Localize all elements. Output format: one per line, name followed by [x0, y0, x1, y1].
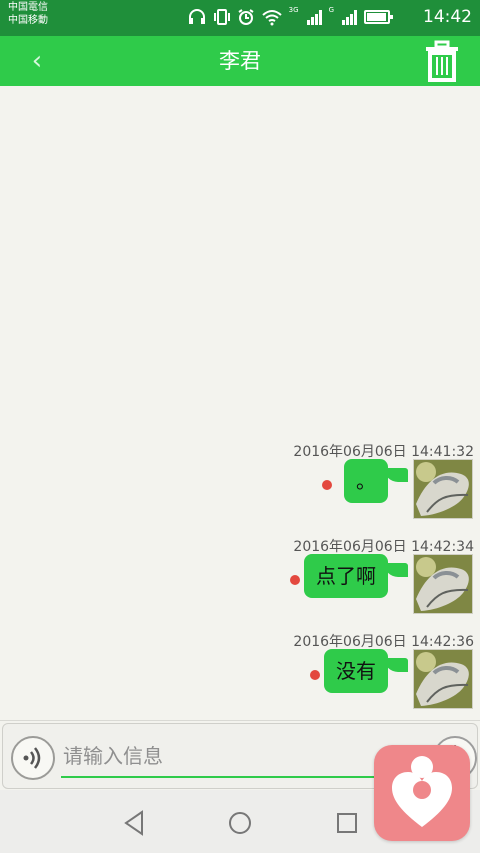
message-row: 2016年06月06日 14:41:32 。 — [0, 441, 480, 531]
voice-input-button[interactable] — [11, 736, 55, 780]
avatar-photo-icon — [414, 460, 472, 518]
nav-back-button[interactable] — [118, 806, 152, 840]
delete-conversation-button[interactable] — [424, 40, 460, 82]
vibrate-icon — [213, 9, 230, 25]
message-bubble[interactable]: 点了啊 — [304, 554, 408, 598]
signal-g-icon — [342, 10, 357, 25]
title-bar: ‹ 李君 — [0, 36, 480, 86]
network-g-label: G — [328, 6, 334, 14]
carrier-1: 中国電信 — [8, 2, 48, 13]
status-icons: 3G G — [187, 6, 393, 26]
carrier-2: 中国移動 — [8, 15, 48, 26]
wifi-icon — [262, 10, 282, 26]
avatar[interactable] — [413, 554, 473, 614]
message-bubble[interactable]: 。 — [344, 459, 408, 503]
trash-icon — [426, 40, 458, 82]
battery-fill — [367, 13, 386, 21]
chat-message-list[interactable]: 2016年06月06日 14:41:32 。 2016年06月06日 14:42… — [0, 86, 480, 720]
signal-3g-icon — [306, 10, 322, 25]
square-recents-icon — [337, 813, 357, 833]
unread-dot-icon — [290, 575, 300, 585]
message-row: 2016年06月06日 14:42:34 点了啊 — [0, 536, 480, 626]
floating-app-button[interactable] — [374, 745, 470, 841]
headphones-icon — [188, 9, 205, 24]
carrier-info: 中国電信 中国移動 — [8, 1, 48, 27]
nav-recents-button[interactable] — [330, 806, 364, 840]
unread-dot-icon — [322, 480, 332, 490]
network-3g-label: 3G — [288, 6, 299, 14]
battery-icon — [364, 10, 393, 24]
voice-wave-icon — [23, 747, 41, 769]
status-time: 14:42 — [423, 7, 472, 27]
message-time: 2016年06月06日 14:41:32 — [293, 444, 474, 460]
message-time: 2016年06月06日 14:42:34 — [293, 539, 474, 555]
avatar-photo-icon — [414, 555, 472, 613]
avatar[interactable] — [413, 649, 473, 709]
message-row: 2016年06月06日 14:42:36 没有 — [0, 631, 480, 721]
triangle-back-icon — [124, 810, 143, 836]
heart-person-app-icon — [392, 756, 452, 827]
avatar-photo-icon — [414, 650, 472, 708]
status-bar: 中国電信 中国移動 3G G 14:42 — [0, 0, 480, 36]
message-time: 2016年06月06日 14:42:36 — [293, 634, 474, 650]
alarm-icon — [238, 9, 254, 25]
message-bubble[interactable]: 没有 — [324, 649, 408, 693]
unread-dot-icon — [310, 670, 320, 680]
nav-home-button[interactable] — [223, 806, 257, 840]
conversation-title: 李君 — [219, 49, 261, 73]
circle-home-icon — [229, 812, 251, 834]
avatar[interactable] — [413, 459, 473, 519]
